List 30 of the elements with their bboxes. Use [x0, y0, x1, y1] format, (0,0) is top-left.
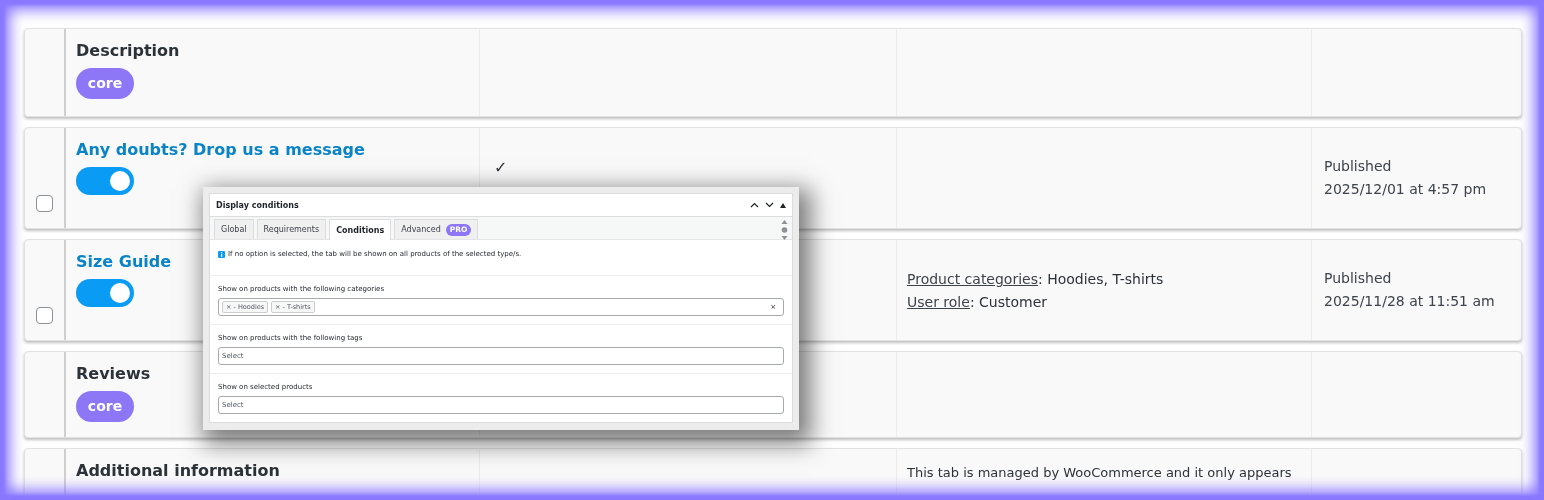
date-text: 2025/12/01 at 4:57 pm — [1324, 180, 1488, 199]
scroll-arrows-icon[interactable] — [781, 219, 788, 241]
panel-title: Display conditions — [216, 200, 300, 210]
check-mark: ✓ — [494, 158, 508, 177]
info-icon — [218, 250, 225, 258]
status-text: Published — [1324, 157, 1393, 176]
panel-tab[interactable]: Conditions — [329, 219, 392, 240]
panel-tab[interactable]: Requirements — [256, 219, 327, 239]
row-checkbox[interactable] — [36, 306, 53, 324]
status-text: Published — [1324, 269, 1393, 288]
toggle-switch[interactable] — [76, 279, 134, 307]
date-text: 2025/11/28 at 11:51 am — [1324, 292, 1496, 311]
tab-title-link[interactable]: Size Guide — [76, 252, 172, 271]
row-checkbox[interactable] — [36, 194, 53, 212]
condition-text: User role: Customer — [907, 293, 1049, 312]
tab-title: Description — [76, 41, 180, 60]
tab-title-link[interactable]: Any doubts? Drop us a message — [76, 140, 365, 159]
toggle-switch[interactable] — [76, 167, 134, 195]
tab-title: Additional information — [76, 461, 280, 480]
chevron-down-icon[interactable] — [765, 202, 774, 208]
core-badge: core — [76, 391, 134, 422]
core-badge: core — [76, 68, 134, 99]
tab-title: Reviews — [76, 364, 151, 383]
chevron-up-icon[interactable] — [750, 202, 759, 208]
condition-text: Product categories: Hoodies, T-shirts — [907, 270, 1165, 289]
condition-link[interactable]: Product categories — [907, 271, 1038, 287]
panel-tab[interactable]: Global — [214, 219, 254, 239]
collapse-triangle-icon[interactable] — [780, 202, 786, 208]
condition-link[interactable]: User role — [907, 294, 970, 310]
info-note: This tab is managed by WooCommerce and it only appears — [907, 464, 1293, 482]
